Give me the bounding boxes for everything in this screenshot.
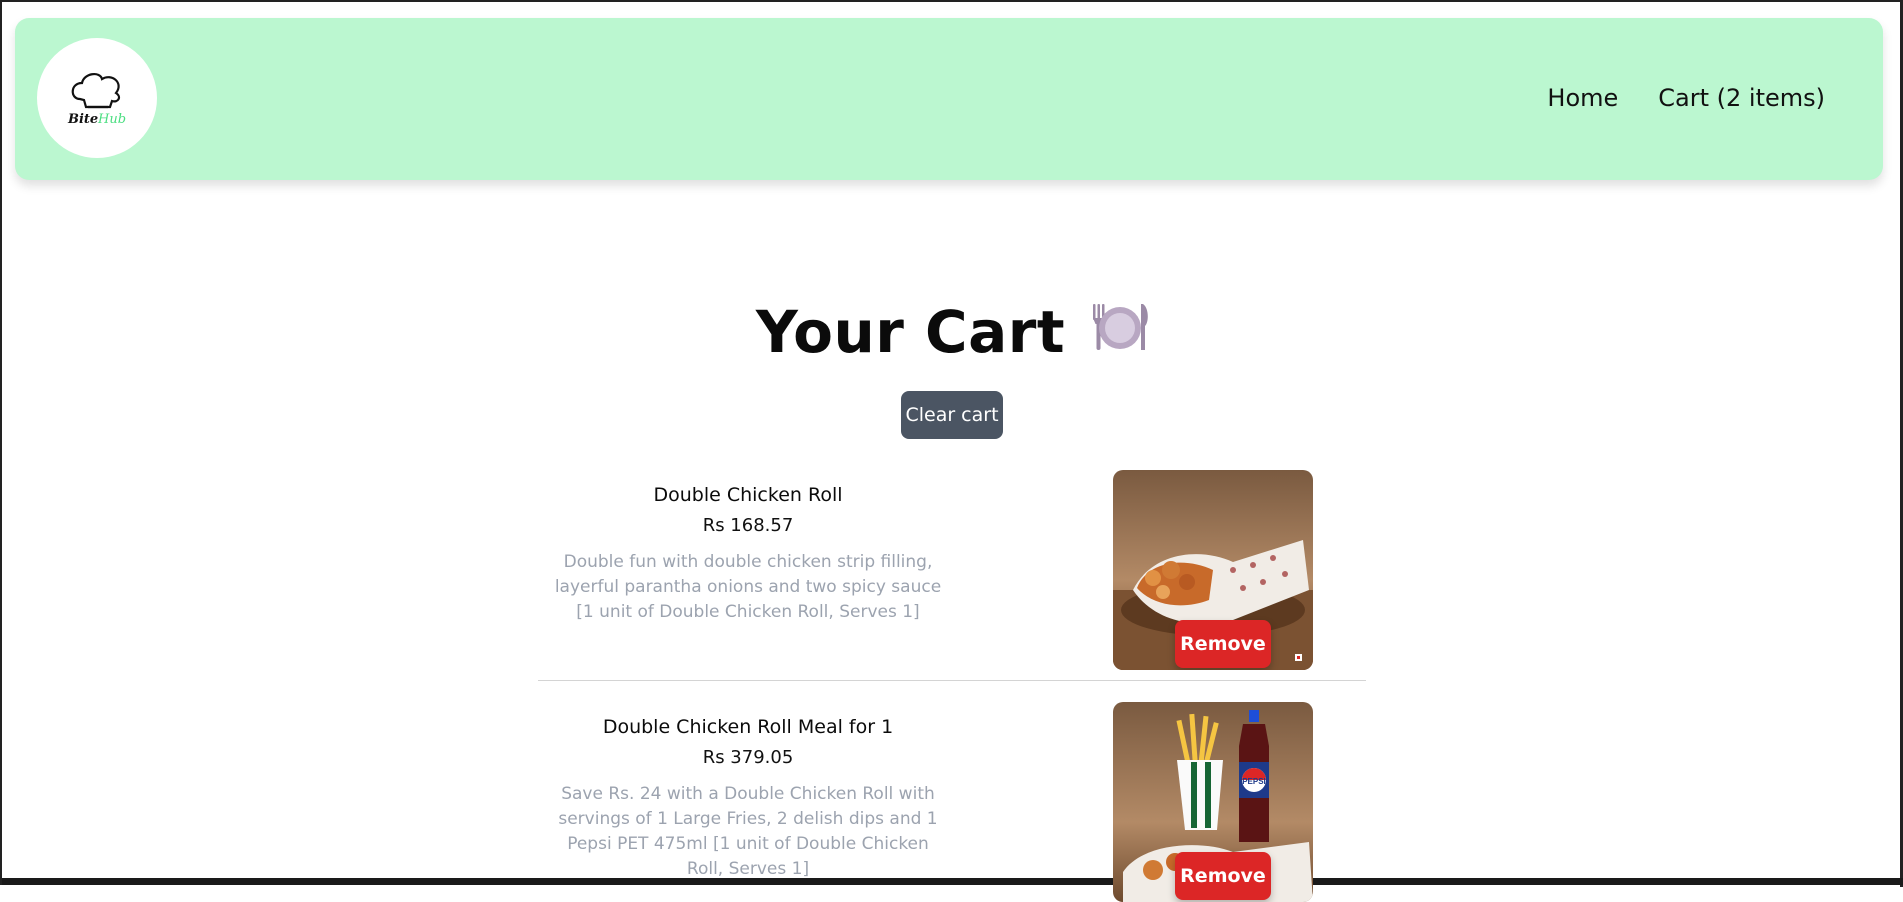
cart-item-info: Double Chicken Roll Rs 168.57 Double fun…: [538, 484, 958, 625]
remove-item-button[interactable]: Remove: [1175, 620, 1271, 668]
cart-item-image: PEPSI Remove: [1113, 702, 1313, 902]
remove-item-button[interactable]: Remove: [1175, 852, 1271, 900]
cart-item: Double Chicken Roll Meal for 1 Rs 379.05…: [538, 702, 1366, 902]
svg-text:PEPSI: PEPSI: [1242, 777, 1266, 786]
main-nav: Home Cart (2 items): [1547, 84, 1825, 112]
svg-text:Hub: Hub: [97, 112, 126, 127]
cart-item-price: Rs 379.05: [702, 747, 794, 768]
chef-hat-icon: Bite Hub: [67, 73, 126, 127]
svg-text:Bite: Bite: [67, 112, 98, 127]
clear-cart-button[interactable]: Clear cart: [901, 391, 1003, 439]
cart-item: Double Chicken Roll Rs 168.57 Double fun…: [538, 470, 1366, 670]
cart-item-name: Double Chicken Roll Meal for 1: [602, 716, 894, 738]
bitehub-logo[interactable]: Bite Hub: [37, 38, 157, 158]
cart-item-description: Double fun with double chicken strip fil…: [554, 552, 942, 622]
cart-item-name: Double Chicken Roll: [653, 484, 843, 506]
cart-item-price: Rs 168.57: [702, 515, 794, 536]
cart-item-description: Save Rs. 24 with a Double Chicken Roll w…: [558, 784, 938, 879]
cart-item-image: Remove: [1113, 470, 1313, 670]
nav-home-link[interactable]: Home: [1547, 84, 1618, 112]
page-title-text: Your Cart: [755, 298, 1066, 366]
cart-item-info: Double Chicken Roll Meal for 1 Rs 379.05…: [538, 716, 958, 882]
nav-cart-link[interactable]: Cart (2 items): [1658, 84, 1825, 112]
page-title: Your Cart: [2, 298, 1903, 370]
item-divider: [538, 680, 1366, 681]
fork-knife-plate-icon: [1089, 298, 1151, 366]
top-navbar: Bite Hub Home Cart (2 items): [15, 18, 1883, 180]
